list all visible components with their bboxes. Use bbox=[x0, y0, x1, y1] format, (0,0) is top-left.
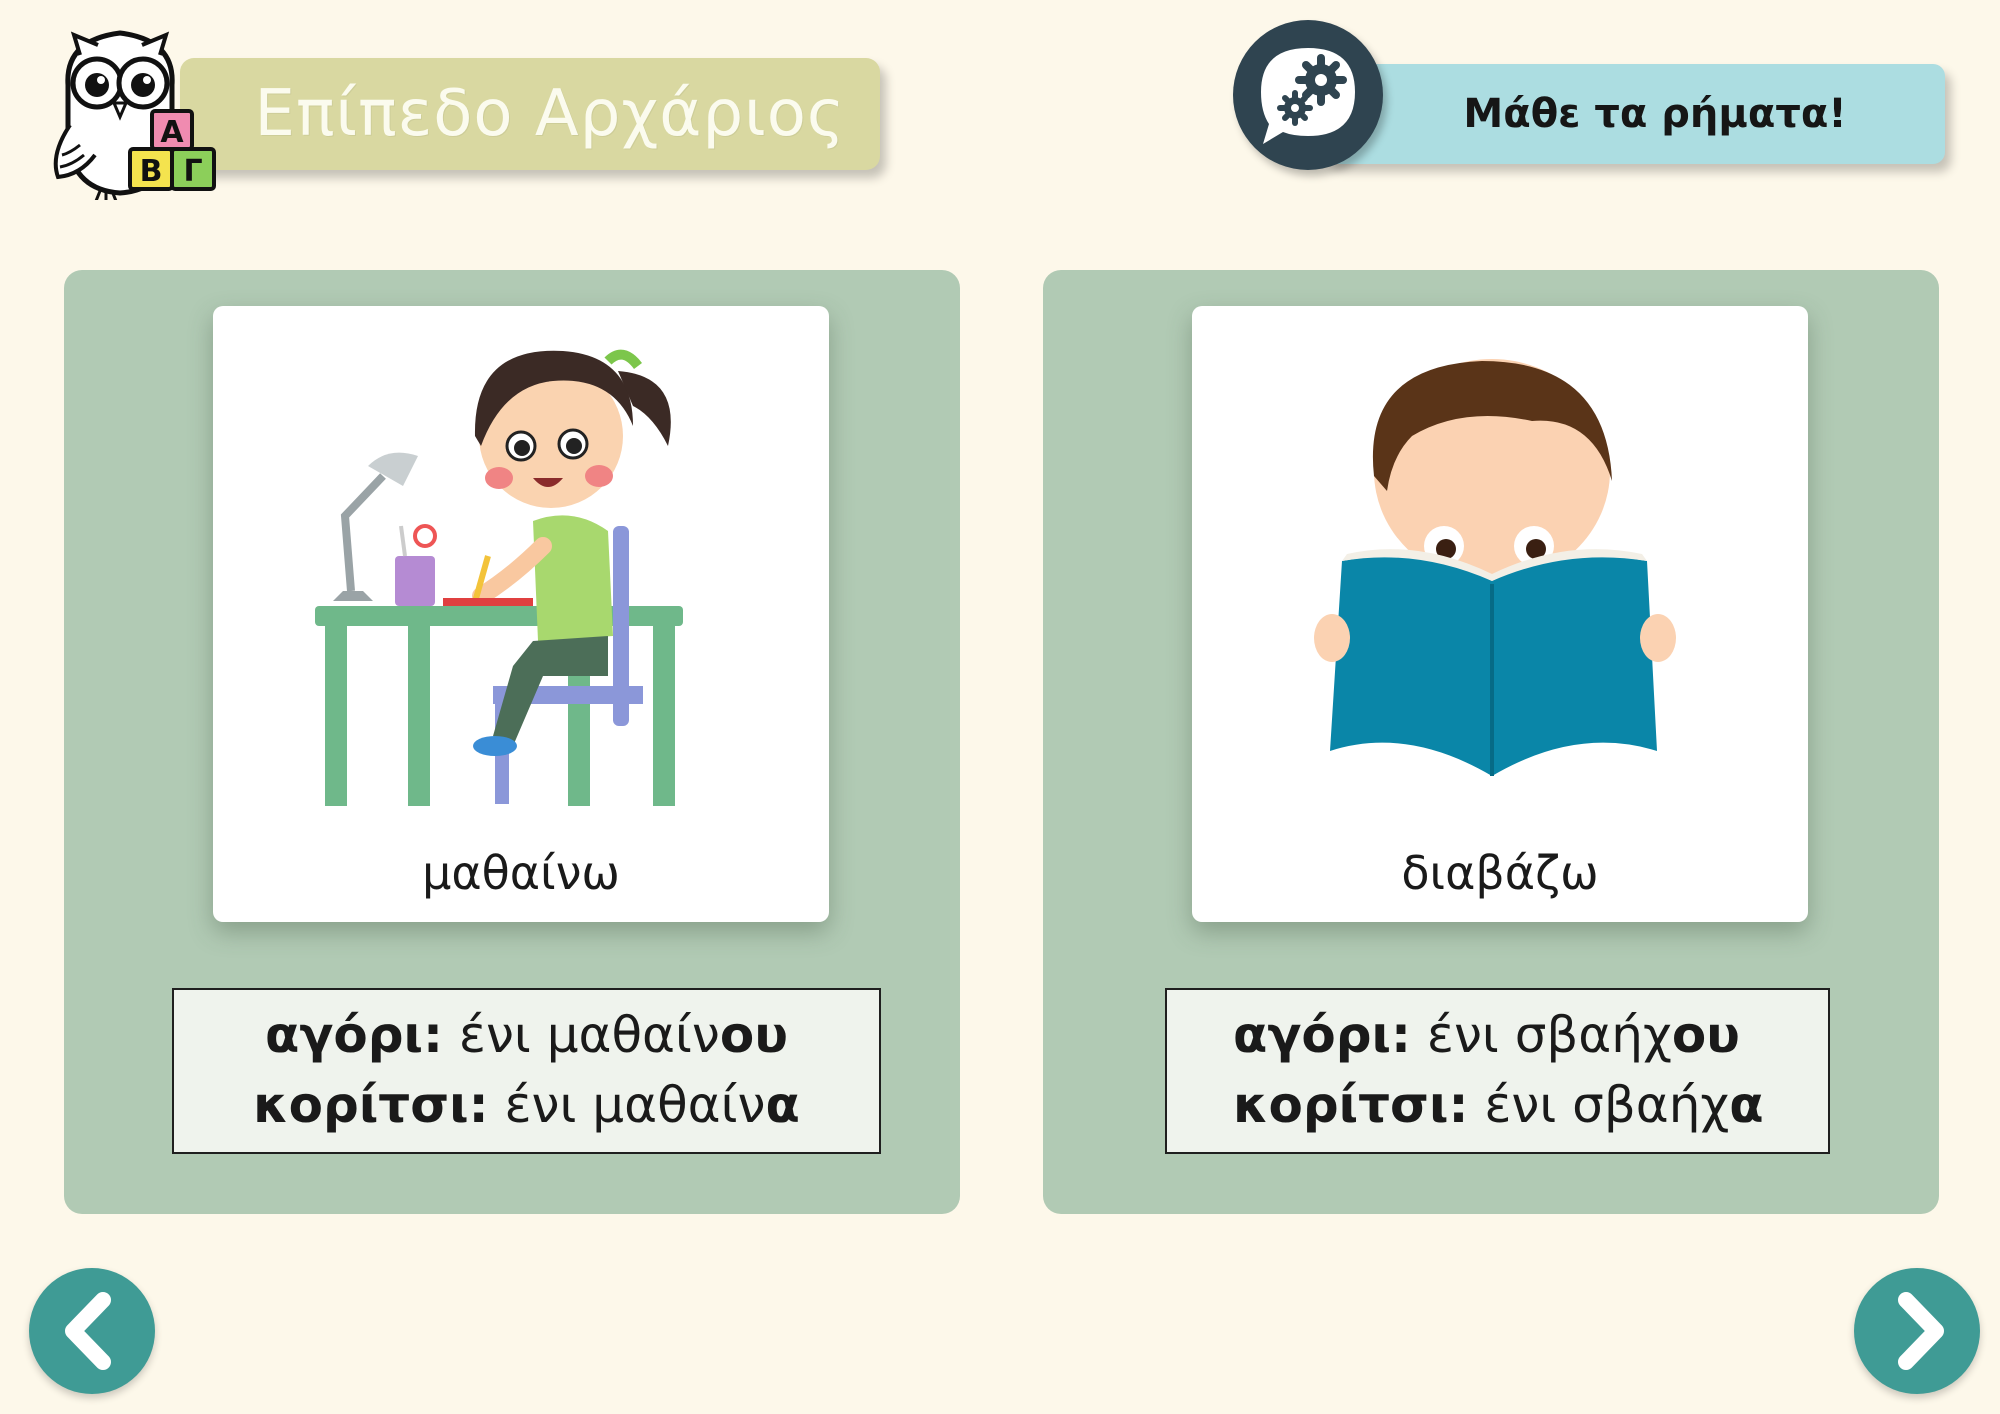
boy-ending: ου bbox=[1671, 1006, 1740, 1064]
logo-block-g: Γ bbox=[183, 154, 202, 189]
level-title: Επίπεδο Αρχάριος bbox=[254, 77, 846, 151]
logo-block-a: Α bbox=[160, 115, 184, 150]
verb-card[interactable]: διαβάζω bbox=[1192, 306, 1808, 922]
verb-word: μαθαίνω bbox=[422, 846, 620, 900]
girl-label: κορίτσι: bbox=[1233, 1076, 1469, 1134]
boy-form-line: αγόρι: ένι σβαήχου bbox=[1233, 1000, 1828, 1070]
girl-stem: ένι μαθαίν bbox=[488, 1076, 766, 1134]
girl-form-line: κορίτσι: ένι μαθαίνα bbox=[174, 1070, 879, 1140]
verb-panel-learn: μαθαίνω αγόρι: ένι μαθαίνου κορίτσι: ένι… bbox=[64, 270, 960, 1214]
logo-block-b: Β bbox=[140, 154, 163, 189]
chevron-right-icon bbox=[1898, 1292, 1944, 1370]
girl-label: κορίτσι: bbox=[253, 1076, 489, 1134]
boy-form-line: αγόρι: ένι μαθαίνου bbox=[174, 1000, 879, 1070]
girl-ending: α bbox=[765, 1076, 800, 1134]
boy-label: αγόρι: bbox=[1233, 1006, 1412, 1064]
verb-card[interactable]: μαθαίνω bbox=[213, 306, 829, 922]
girl-ending: α bbox=[1729, 1076, 1764, 1134]
prev-button[interactable] bbox=[29, 1268, 155, 1394]
conjugation-box: αγόρι: ένι σβαήχου κορίτσι: ένι σβαήχα bbox=[1165, 988, 1830, 1154]
boy-label: αγόρι: bbox=[265, 1006, 444, 1064]
gear-speech-bubble-icon bbox=[1233, 20, 1383, 170]
topic-banner: Μάθε τα ρήματα! bbox=[1325, 64, 1945, 164]
chevron-left-icon bbox=[65, 1292, 111, 1370]
boy-stem: ένι μαθαίν bbox=[443, 1006, 720, 1064]
verb-word: διαβάζω bbox=[1401, 846, 1599, 900]
verb-panel-read: διαβάζω αγόρι: ένι σβαήχου κορίτσι: ένι … bbox=[1043, 270, 1939, 1214]
next-button[interactable] bbox=[1854, 1268, 1980, 1394]
girl-stem: ένι σβαήχ bbox=[1468, 1076, 1730, 1134]
topic-title: Μάθε τα ρήματα! bbox=[1463, 91, 1847, 137]
boy-stem: ένι σβαήχ bbox=[1411, 1006, 1672, 1064]
conjugation-box: αγόρι: ένι μαθαίνου κορίτσι: ένι μαθαίνα bbox=[172, 988, 881, 1154]
girl-studying-at-desk-illustration bbox=[315, 349, 683, 806]
owl-logo: Α Β Γ bbox=[40, 25, 230, 202]
girl-form-line: κορίτσι: ένι σβαήχα bbox=[1233, 1070, 1828, 1140]
boy-ending: ου bbox=[719, 1006, 788, 1064]
boy-reading-book-illustration bbox=[1314, 359, 1676, 776]
level-banner: Επίπεδο Αρχάριος bbox=[180, 58, 880, 170]
